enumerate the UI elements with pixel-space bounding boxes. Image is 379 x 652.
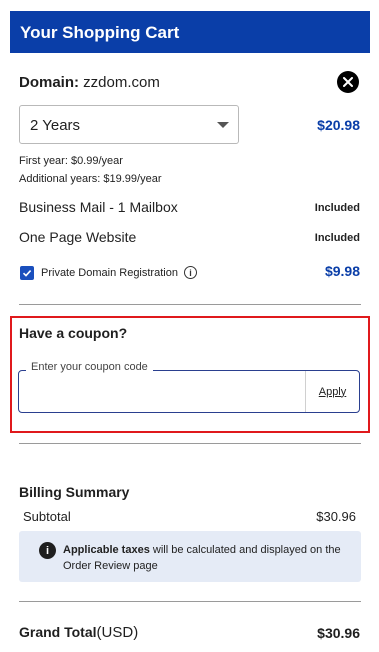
close-icon	[343, 77, 353, 87]
grand-total-label: Grand Total(USD)	[19, 624, 138, 641]
check-icon	[22, 270, 32, 277]
term-price: $20.98	[317, 117, 360, 133]
cart-header: Your Shopping Cart	[10, 11, 370, 53]
remove-domain-button[interactable]	[337, 71, 359, 93]
tax-info-text: Applicable taxes will be calculated and …	[63, 542, 348, 574]
domain-name: zzdom.com	[83, 74, 160, 91]
privacy-checkbox[interactable]	[20, 266, 34, 280]
info-icon: i	[39, 542, 56, 559]
coupon-placeholder: Enter your coupon code	[26, 361, 153, 373]
info-icon[interactable]: i	[184, 266, 197, 279]
cart-title: Your Shopping Cart	[20, 23, 180, 42]
grand-total-text: Grand Total	[19, 624, 97, 640]
coupon-title: Have a coupon?	[19, 325, 128, 341]
divider	[19, 304, 361, 305]
subtotal-label: Subtotal	[23, 509, 71, 524]
subtotal-value: $30.96	[316, 509, 356, 524]
divider	[19, 601, 361, 602]
term-selected-value: 2 Years	[30, 117, 81, 134]
term-select[interactable]: 2 Years	[19, 105, 239, 144]
privacy-price: $9.98	[324, 263, 360, 279]
domain-line: Domain: zzdom.com	[19, 74, 160, 91]
item-business-mail-label: Business Mail - 1 Mailbox	[19, 199, 178, 215]
chevron-down-icon	[217, 122, 229, 128]
divider	[19, 443, 361, 444]
billing-summary-title: Billing Summary	[19, 484, 130, 500]
privacy-label: Private Domain Registration	[41, 267, 178, 279]
grand-total-value: $30.96	[317, 625, 360, 641]
additional-years-note: Additional years: $19.99/year	[19, 173, 162, 185]
grand-total-unit: (USD)	[96, 624, 139, 641]
first-year-note: First year: $0.99/year	[19, 155, 123, 167]
item-website-label: One Page Website	[19, 229, 137, 245]
tax-info-bold: Applicable taxes	[63, 544, 150, 556]
item-website-status: Included	[314, 232, 360, 244]
apply-coupon-button[interactable]: Apply	[305, 371, 359, 412]
domain-label: Domain:	[19, 74, 79, 91]
item-business-mail-status: Included	[314, 202, 360, 214]
